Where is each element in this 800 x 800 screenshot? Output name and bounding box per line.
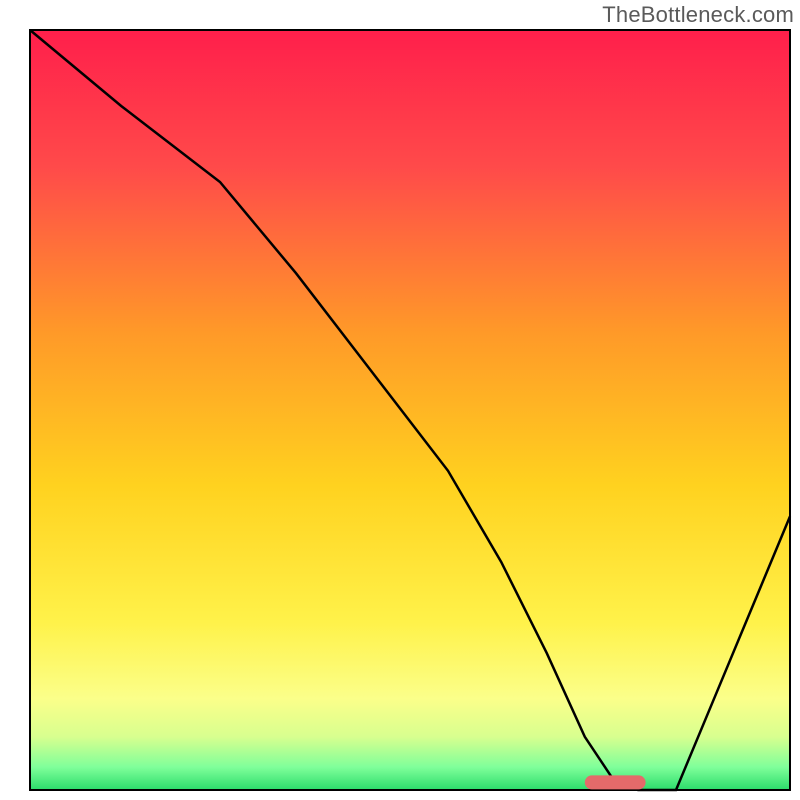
plot-background: [30, 30, 790, 790]
bottleneck-chart: [0, 0, 800, 800]
watermark-text: TheBottleneck.com: [602, 2, 794, 28]
optimal-range-marker: [585, 775, 646, 789]
chart-container: TheBottleneck.com: [0, 0, 800, 800]
